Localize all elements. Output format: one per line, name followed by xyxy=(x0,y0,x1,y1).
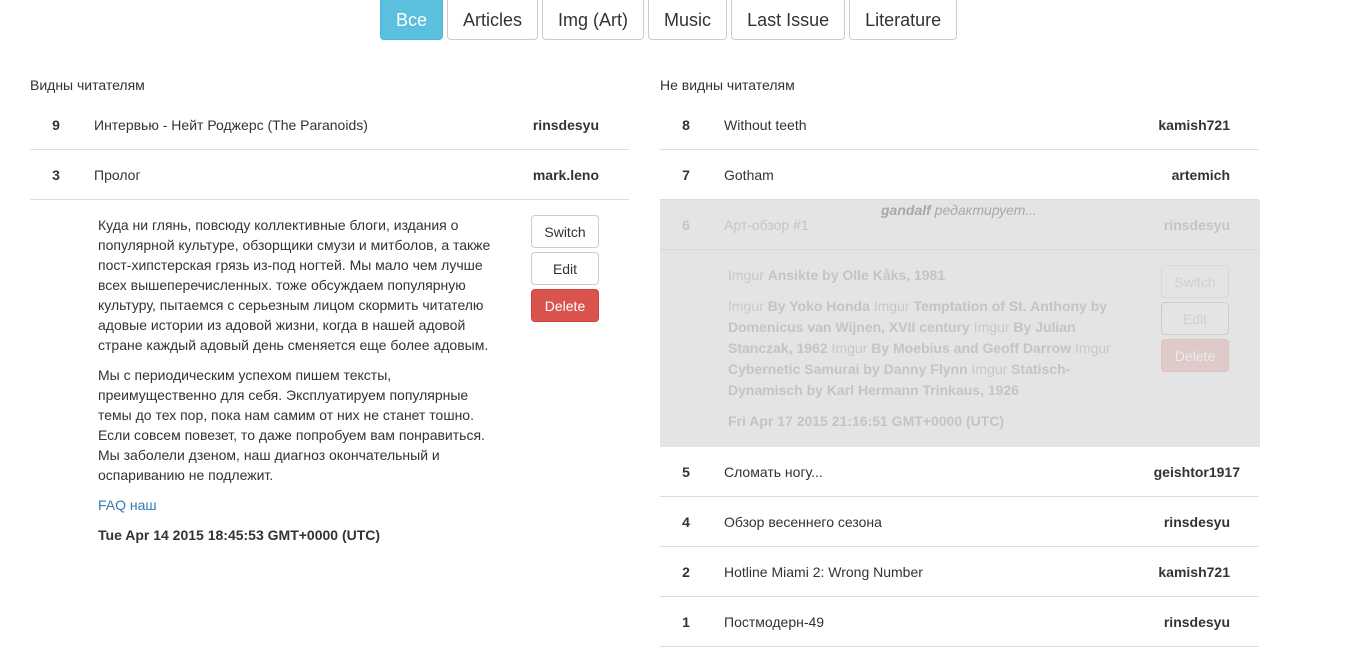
post-details: Imgur Ansikte by Olle Kåks, 1981 Imgur B… xyxy=(660,250,1260,447)
post-title: Пролог xyxy=(94,166,141,183)
tab-last-issue[interactable]: Last Issue xyxy=(731,0,846,40)
post-number: 1 xyxy=(682,613,690,630)
image-caption: By Moebius and Geoff Darrow xyxy=(871,340,1072,356)
post-author: rinsdesyu xyxy=(532,116,599,133)
edit-button: Edit xyxy=(1161,302,1229,335)
post-actions: Switch Edit Delete xyxy=(531,215,599,545)
post-author: artemich xyxy=(1171,166,1230,183)
post-body: Imgur Ansikte by Olle Kåks, 1981 Imgur B… xyxy=(728,265,1128,431)
post-number: 4 xyxy=(682,513,690,530)
post-title: Постмодерн-49 xyxy=(724,613,825,630)
delete-button[interactable]: Delete xyxy=(531,289,599,322)
post-title: Арт-обзор #1 xyxy=(724,216,809,233)
locked-post: gandalf редактирует... 6 Арт-обзор #1 ri… xyxy=(660,200,1260,447)
imgur-image-placeholder: Imgur xyxy=(971,361,1008,377)
post-author: geishtor1917 xyxy=(1153,463,1240,480)
post-row[interactable]: 3 Пролог mark.leno xyxy=(30,150,629,200)
post-row[interactable]: 5 Сломать ногу... geishtor1917 xyxy=(660,447,1259,497)
post-row[interactable]: 8 Without teeth kamish721 xyxy=(660,100,1259,150)
post-number: 3 xyxy=(52,166,60,183)
post-number: 9 xyxy=(52,116,60,133)
visible-posts-column: Видны читателям 9 Интервью - Нейт Роджер… xyxy=(30,76,630,545)
editing-status: редактирует... xyxy=(934,202,1037,218)
hidden-posts-heading: Не видны читателям xyxy=(660,77,795,93)
post-paragraph: Куда ни глянь, повсюду коллективные блог… xyxy=(98,217,491,353)
imgur-image-placeholder: Imgur xyxy=(1075,340,1111,356)
post-body: Куда ни глянь, повсюду коллективные блог… xyxy=(98,215,498,545)
post-author: kamish721 xyxy=(1158,563,1230,580)
tab-literature[interactable]: Literature xyxy=(849,0,958,40)
hidden-posts-column: Не видны читателям 8 Without teeth kamis… xyxy=(660,76,1260,647)
imgur-image-placeholder: Imgur xyxy=(728,267,764,283)
editor-name: gandalf xyxy=(881,202,931,218)
image-caption: Cybernetic Samurai by Danny Flynn xyxy=(728,361,968,377)
post-number: 2 xyxy=(682,563,690,580)
imgur-image-placeholder: Imgur xyxy=(728,298,764,314)
post-title: Without teeth xyxy=(724,116,807,133)
post-row[interactable]: 2 Hotline Miami 2: Wrong Number kamish72… xyxy=(660,547,1259,597)
post-author: mark.leno xyxy=(532,166,599,183)
post-row[interactable]: 9 Интервью - Нейт Роджерс (The Paranoids… xyxy=(30,100,629,150)
editing-indicator: gandalf редактирует... xyxy=(881,202,1037,218)
faq-link[interactable]: FAQ наш xyxy=(98,495,157,515)
image-caption: Ansikte by Olle Kåks, 1981 xyxy=(767,267,946,283)
post-title: Сломать ногу... xyxy=(724,463,823,480)
category-tabs: Все Articles Img (Art) Music Last Issue … xyxy=(380,0,958,40)
image-gallery-line: Imgur By Yoko Honda Imgur Temptation of … xyxy=(728,296,1128,401)
post-title: Интервью - Нейт Роджерс (The Paranoids) xyxy=(94,116,368,133)
tab-img-art[interactable]: Img (Art) xyxy=(542,0,645,40)
post-actions: Switch Edit Delete xyxy=(1161,265,1229,431)
post-number: 7 xyxy=(682,166,690,183)
post-title: Gotham xyxy=(724,166,774,183)
post-author: rinsdesyu xyxy=(1163,513,1230,530)
tab-all[interactable]: Все xyxy=(380,0,444,40)
imgur-image-placeholder: Imgur xyxy=(873,298,910,314)
imgur-image-placeholder: Imgur xyxy=(973,319,1010,335)
visible-posts-heading: Видны читателям xyxy=(30,77,145,93)
post-row[interactable]: 1 Постмодерн-49 rinsdesyu xyxy=(660,597,1259,647)
post-title: Hotline Miami 2: Wrong Number xyxy=(724,563,923,580)
tab-music[interactable]: Music xyxy=(648,0,728,40)
post-title: Обзор весеннего сезона xyxy=(724,513,882,530)
post-number: 6 xyxy=(682,216,690,233)
imgur-image-placeholder: Imgur xyxy=(831,340,868,356)
switch-button[interactable]: Switch xyxy=(531,215,599,248)
post-number: 8 xyxy=(682,116,690,133)
post-paragraph: Мы с периодическим успехом пишем тексты,… xyxy=(98,367,485,483)
post-row[interactable]: 7 Gotham artemich xyxy=(660,150,1259,200)
switch-button: Switch xyxy=(1161,265,1229,298)
post-details: Куда ни глянь, повсюду коллективные блог… xyxy=(30,200,630,545)
post-date: Tue Apr 14 2015 18:45:53 GMT+0000 (UTC) xyxy=(98,527,381,543)
post-number: 5 xyxy=(682,463,690,480)
post-date: Fri Apr 17 2015 21:16:51 GMT+0000 (UTC) xyxy=(728,413,1005,429)
tab-articles[interactable]: Articles xyxy=(447,0,539,40)
image-caption: By Yoko Honda xyxy=(767,298,870,314)
post-author: rinsdesyu xyxy=(1163,613,1230,630)
edit-button[interactable]: Edit xyxy=(531,252,599,285)
post-row[interactable]: 4 Обзор весеннего сезона rinsdesyu xyxy=(660,497,1259,547)
image-gallery-line: Imgur Ansikte by Olle Kåks, 1981 xyxy=(728,265,1128,286)
post-author: kamish721 xyxy=(1158,116,1230,133)
post-author: rinsdesyu xyxy=(1163,216,1230,233)
delete-button: Delete xyxy=(1161,339,1229,372)
